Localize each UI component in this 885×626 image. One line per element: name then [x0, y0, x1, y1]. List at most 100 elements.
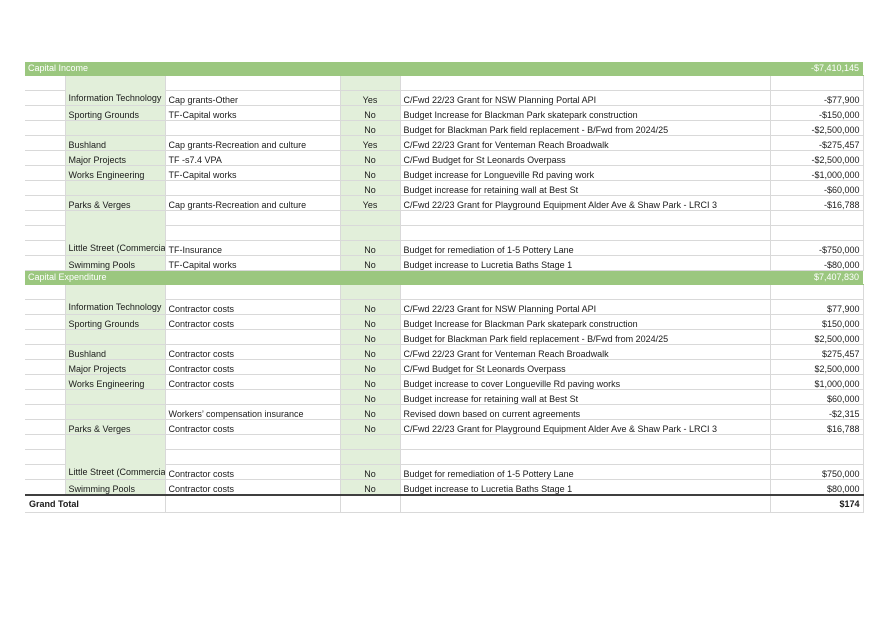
table-row[interactable]: Major Projects Contractor costs No C/Fwd Bu…	[25, 359, 864, 375]
amount-cell	[770, 225, 864, 241]
amount-cell: -$80,000	[770, 255, 864, 271]
grand-total-row: Grand Total $174	[25, 494, 864, 513]
account-cell	[165, 75, 341, 91]
table-row[interactable]: Major Projects TF -s7.4 VPA No C/Fwd Budget…	[25, 150, 864, 166]
table-row[interactable]: Bushland Contractor costs No C/Fwd 22/23 Gr…	[25, 344, 864, 360]
department-cell: Major Projects	[65, 359, 166, 375]
row-marker-cell	[25, 90, 66, 106]
row-marker-cell	[25, 180, 66, 196]
department-cell: Little Street (Commercial branch only)	[65, 210, 166, 256]
account-cell: TF-Capital works	[165, 105, 341, 121]
row-marker-cell	[25, 404, 66, 420]
table-row[interactable]: Parks & Verges Cap grants-Recreation and …	[25, 195, 864, 211]
section-title: Capital Expenditure	[25, 270, 771, 285]
account-cell	[165, 225, 341, 241]
department-cell: Information Technology	[65, 75, 166, 106]
row-marker-cell	[25, 135, 66, 151]
table-row[interactable]: Sporting Grounds TF-Capital works No Budget…	[25, 105, 864, 121]
gst-cell: No	[340, 374, 401, 390]
description-cell: Budget Increase for Blackman Park skatep…	[400, 314, 771, 330]
grand-total-description-cell	[400, 494, 771, 513]
table-row[interactable]: No Budget increase for retaining wall at …	[25, 389, 864, 405]
account-cell	[165, 284, 341, 300]
gst-cell: No	[340, 389, 401, 405]
amount-cell: -$750,000	[770, 240, 864, 256]
table-row[interactable]: Swimming Pools TF-Capital works No Budget i…	[25, 255, 864, 271]
row-marker-cell	[25, 165, 66, 181]
description-cell: C/Fwd Budget for St Leonards Overpass	[400, 359, 771, 375]
department-cell: Swimming Pools	[65, 255, 166, 271]
amount-cell: -$2,315	[770, 404, 864, 420]
table-row[interactable]: No Budget for Blackman Park field replace…	[25, 120, 864, 136]
gst-cell: No	[340, 240, 401, 256]
amount-cell: $150,000	[770, 314, 864, 330]
amount-cell: -$77,900	[770, 90, 864, 106]
section-title: Capital Income	[25, 62, 771, 76]
department-cell: Bushland	[65, 344, 166, 360]
section-header-capital-income: Capital Income -$7,410,145	[25, 62, 864, 76]
amount-cell: $60,000	[770, 389, 864, 405]
section-header-capital-expenditure: Capital Expenditure $7,407,830	[25, 270, 864, 285]
table-row[interactable]: Sporting Grounds Contractor costs No Budget…	[25, 314, 864, 330]
description-cell: C/Fwd 22/23 Grant for NSW Planning Porta…	[400, 299, 771, 315]
gst-cell: No	[340, 419, 401, 435]
account-cell: Contractor costs	[165, 314, 341, 330]
table-row[interactable]: Works Engineering TF-Capital works No Budge…	[25, 165, 864, 181]
table-row[interactable]: Information Technology	[25, 284, 864, 315]
description-cell	[400, 210, 771, 226]
account-cell	[165, 434, 341, 450]
description-cell: Budget increase for retaining wall at Be…	[400, 389, 771, 405]
gst-cell: No	[340, 299, 401, 315]
grand-total-label: Grand Total	[25, 494, 166, 513]
account-cell	[165, 449, 341, 465]
amount-cell: $750,000	[770, 464, 864, 480]
department-cell	[65, 329, 166, 345]
description-cell: Budget increase to cover Longueville Rd …	[400, 374, 771, 390]
gst-cell: No	[340, 344, 401, 360]
table-row[interactable]: Information Technology	[25, 75, 864, 106]
amount-cell: -$275,457	[770, 135, 864, 151]
department-cell: Information Technology	[65, 284, 166, 315]
table-row[interactable]: Swimming Pools Contractor costs No Budget i…	[25, 479, 864, 496]
account-cell	[165, 180, 341, 196]
table-row[interactable]: Works Engineering Contractor costs No Budge…	[25, 374, 864, 390]
row-marker-cell	[25, 359, 66, 375]
gst-cell: No	[340, 165, 401, 181]
row-marker-cell	[25, 299, 66, 315]
table-row[interactable]: Parks & Verges Contractor costs No C/Fwd 22…	[25, 419, 864, 435]
account-cell	[165, 210, 341, 226]
amount-cell: $16,788	[770, 419, 864, 435]
table-row[interactable]: Bushland Cap grants-Recreation and cultur…	[25, 135, 864, 151]
amount-cell: -$150,000	[770, 105, 864, 121]
amount-cell	[770, 75, 864, 91]
gst-cell: No	[340, 150, 401, 166]
table-row[interactable]: Workers’ compensation insurance No Revised…	[25, 404, 864, 420]
description-cell: Budget Increase for Blackman Park skatep…	[400, 105, 771, 121]
amount-cell	[770, 210, 864, 226]
account-cell: TF -s7.4 VPA	[165, 150, 341, 166]
amount-cell: -$60,000	[770, 180, 864, 196]
amount-cell: -$16,788	[770, 195, 864, 211]
department-cell: Works Engineering	[65, 374, 166, 390]
account-cell: TF-Capital works	[165, 165, 341, 181]
row-marker-cell	[25, 419, 66, 435]
amount-cell	[770, 284, 864, 300]
description-cell: C/Fwd 22/23 Grant for Playground Equipme…	[400, 195, 771, 211]
account-cell: Contractor costs	[165, 464, 341, 480]
table-row[interactable]: No Budget for Blackman Park field replace…	[25, 329, 864, 345]
department-cell: Little Street (Commercial branch only)	[65, 434, 166, 480]
account-cell: TF-Capital works	[165, 255, 341, 271]
description-cell: C/Fwd 22/23 Grant for Venteman Reach Bro…	[400, 135, 771, 151]
grand-total-account-cell	[165, 494, 341, 513]
table-row[interactable]: Little Street (Commercial branch only)	[25, 210, 864, 256]
department-cell: Major Projects	[65, 150, 166, 166]
description-cell: Budget for Blackman Park field replaceme…	[400, 120, 771, 136]
budget-table: Capital Income -$7,410,145 Information Tec…	[25, 62, 864, 513]
description-cell: Budget increase for retaining wall at Be…	[400, 180, 771, 196]
account-cell: TF-Insurance	[165, 240, 341, 256]
department-cell	[65, 180, 166, 196]
table-row[interactable]: Little Street (Commercial branch only)	[25, 434, 864, 480]
table-row[interactable]: No Budget increase for retaining wall at …	[25, 180, 864, 196]
amount-cell: -$1,000,000	[770, 165, 864, 181]
row-marker-cell	[25, 389, 66, 405]
